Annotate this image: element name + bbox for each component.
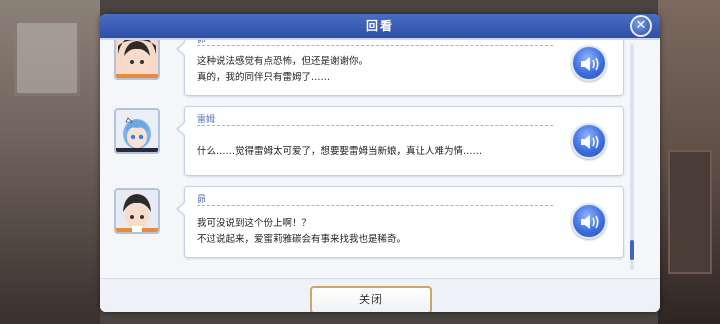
dialogue-line: 不过说起来，爱蜜莉雅碳会有事来找我也是稀奇。 (197, 234, 407, 245)
dialogue-line: 我可没说到这个份上啊！？ (197, 218, 312, 229)
background-right (658, 0, 720, 324)
backlog-dialog: 回看 ✕ 昴 这种说法感觉有点恐怖，但还是谢谢你。 真的，我的同伴只有雷姆了…… (100, 14, 660, 312)
message-bubble: 雷姆 什么……觉得雷姆太可爱了，想要娶雷姆当新娘，真让人难为情…… (176, 106, 624, 176)
close-icon[interactable]: ✕ (630, 15, 652, 37)
speaker-icon (581, 57, 599, 71)
avatar-subaru (114, 40, 160, 80)
divider (197, 205, 553, 206)
voice-play-button[interactable] (571, 45, 607, 81)
voice-play-button[interactable] (571, 123, 607, 159)
speaker-name: 雷姆 (197, 115, 216, 125)
scrollbar-track[interactable] (630, 44, 634, 270)
avatar-subaru (114, 188, 160, 234)
divider (197, 45, 553, 46)
avatar-rem (114, 108, 160, 154)
dialog-footer: 关闭 (100, 278, 660, 312)
backlog-list[interactable]: 昴 这种说法感觉有点恐怖，但还是谢谢你。 真的，我的同伴只有雷姆了…… 雷姆 什… (100, 40, 660, 278)
voice-play-button[interactable] (571, 203, 607, 239)
background-shelf (668, 150, 712, 274)
dialogue-line: 这种说法感觉有点恐怖，但还是谢谢你。 (197, 56, 369, 67)
list-item: 昴 我可没说到这个份上啊！？ 不过说起来，爱蜜莉雅碳会有事来找我也是稀奇。 (108, 186, 626, 258)
scrollbar-thumb[interactable] (630, 239, 634, 260)
message-bubble: 昴 这种说法感觉有点恐怖，但还是谢谢你。 真的，我的同伴只有雷姆了…… (176, 40, 624, 96)
divider (197, 125, 553, 126)
dialogue-line: 真的，我的同伴只有雷姆了…… (197, 72, 331, 83)
background-left (0, 0, 100, 324)
background-window (14, 20, 80, 96)
dialogue-line: 什么……觉得雷姆太可爱了，想要娶雷姆当新娘，真让人难为情…… (197, 146, 483, 157)
list-item: 昴 这种说法感觉有点恐怖，但还是谢谢你。 真的，我的同伴只有雷姆了…… (108, 40, 626, 98)
list-item: 雷姆 什么……觉得雷姆太可爱了，想要娶雷姆当新娘，真让人难为情…… (108, 106, 626, 176)
speaker-name: 昴 (197, 195, 207, 205)
dialog-title-bar: 回看 (100, 14, 660, 40)
speaker-icon (581, 135, 599, 149)
message-bubble: 昴 我可没说到这个份上啊！？ 不过说起来，爱蜜莉雅碳会有事来找我也是稀奇。 (176, 186, 624, 258)
speaker-icon (581, 215, 599, 229)
close-button[interactable]: 关闭 (310, 286, 432, 312)
dialog-title: 回看 (365, 19, 394, 33)
